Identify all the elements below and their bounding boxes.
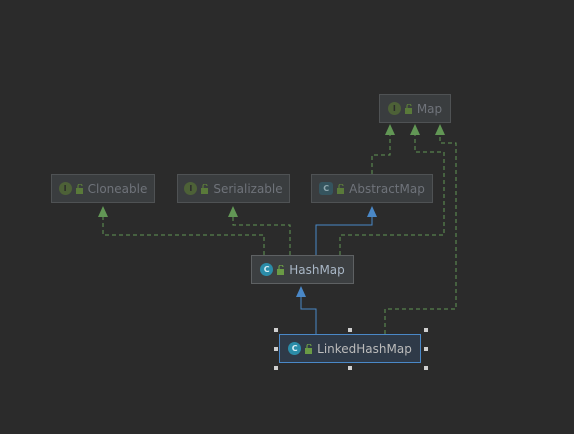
node-serializable[interactable]: I Serializable — [177, 174, 290, 203]
selection-handle-top-left[interactable] — [274, 328, 278, 332]
unlocked-icon — [277, 264, 285, 275]
node-label: HashMap — [289, 262, 345, 277]
node-map[interactable]: I Map — [379, 94, 451, 123]
selection-handle-bottom-middle[interactable] — [348, 366, 352, 370]
selection-handle-bottom-right[interactable] — [424, 366, 428, 370]
node-label: Serializable — [213, 181, 283, 196]
unlocked-icon — [201, 183, 209, 194]
selection-handle-top-right[interactable] — [424, 328, 428, 332]
unlocked-icon — [404, 103, 412, 114]
arrowhead-abstractmap — [367, 206, 377, 217]
node-hashmap[interactable]: C HashMap — [251, 255, 354, 284]
unlocked-icon — [305, 343, 313, 354]
arrowhead-map-3 — [435, 124, 445, 135]
abstract-class-icon: C — [319, 182, 334, 195]
node-cloneable[interactable]: I Cloneable — [51, 174, 155, 203]
interface-icon: I — [184, 182, 198, 195]
arrowhead-map-2 — [410, 124, 420, 135]
selection-handle-top-middle[interactable] — [348, 328, 352, 332]
node-linkedhashmap[interactable]: C LinkedHashMap — [279, 334, 421, 363]
class-icon: C — [260, 263, 274, 276]
edge-abstractmap-map — [371, 131, 391, 174]
edge-linkedhashmap-map — [384, 131, 457, 334]
interface-icon: I — [58, 182, 72, 195]
edge-hashmap-abstractmap — [315, 213, 373, 255]
edge-layer — [98, 124, 457, 334]
unlocked-icon — [337, 183, 345, 194]
selection-handle-middle-left[interactable] — [274, 347, 278, 351]
arrowhead-hashmap — [296, 286, 306, 297]
edge-hashmap-cloneable — [102, 213, 265, 255]
node-label: Cloneable — [87, 181, 148, 196]
unlocked-icon — [75, 183, 83, 194]
interface-icon: I — [387, 102, 401, 115]
selection-handle-bottom-left[interactable] — [274, 366, 278, 370]
selection-handle-middle-right[interactable] — [424, 347, 428, 351]
node-label: Map — [416, 101, 443, 116]
arrowhead-cloneable — [98, 206, 108, 217]
node-label: AbstractMap — [349, 181, 425, 196]
node-label: LinkedHashMap — [317, 341, 412, 356]
arrowhead-map-1 — [385, 124, 395, 135]
edge-hashmap-serializable — [232, 213, 291, 255]
edge-linkedhashmap-hashmap — [300, 293, 317, 334]
node-abstractmap[interactable]: C AbstractMap — [311, 174, 433, 203]
class-icon: C — [288, 342, 302, 355]
arrowhead-serializable — [228, 206, 238, 217]
